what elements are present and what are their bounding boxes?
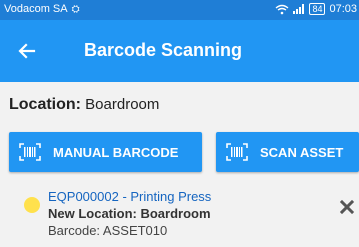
page-title: Barcode Scanning (84, 40, 243, 60)
scan-asset-button[interactable]: SCAN ASSET (216, 132, 359, 172)
location-line: Location: Boardroom (9, 96, 159, 114)
barcode-scan-icon (226, 143, 248, 161)
wifi-icon (275, 4, 289, 15)
notification-icon: ⛭ (71, 4, 80, 15)
clock: 07:03 (329, 3, 357, 15)
back-button[interactable] (14, 38, 40, 64)
scan-asset-label: SCAN ASSET (260, 144, 344, 160)
barcode-scan-icon (19, 143, 41, 161)
arrow-back-icon (18, 43, 36, 59)
manual-barcode-label: MANUAL BARCODE (53, 144, 179, 160)
location-value: Boardroom (85, 96, 160, 113)
app-bar: Barcode Scanning (0, 20, 359, 82)
status-right: 84 07:03 (275, 3, 357, 15)
manual-barcode-button[interactable]: MANUAL BARCODE (9, 132, 202, 172)
location-label: Location: (9, 96, 81, 113)
carrier: Vodacom SA ⛭ (4, 3, 80, 15)
signal-icon (293, 4, 305, 14)
list-item[interactable]: EQP000002 - Printing Press New Location:… (0, 183, 359, 247)
carrier-name: Vodacom SA (4, 3, 68, 15)
close-icon (339, 199, 355, 215)
asset-barcode: Barcode: ASSET010 (48, 223, 168, 238)
asset-details: EQP000002 - Printing Press New Location:… (48, 188, 211, 239)
status-bar: Vodacom SA ⛭ 84 07:03 (0, 0, 359, 20)
remove-asset-button[interactable] (339, 199, 355, 215)
battery-indicator: 84 (309, 3, 326, 15)
asset-new-location: New Location: Boardroom (48, 206, 211, 221)
status-dot (24, 197, 40, 213)
asset-title[interactable]: EQP000002 - Printing Press (48, 188, 211, 205)
